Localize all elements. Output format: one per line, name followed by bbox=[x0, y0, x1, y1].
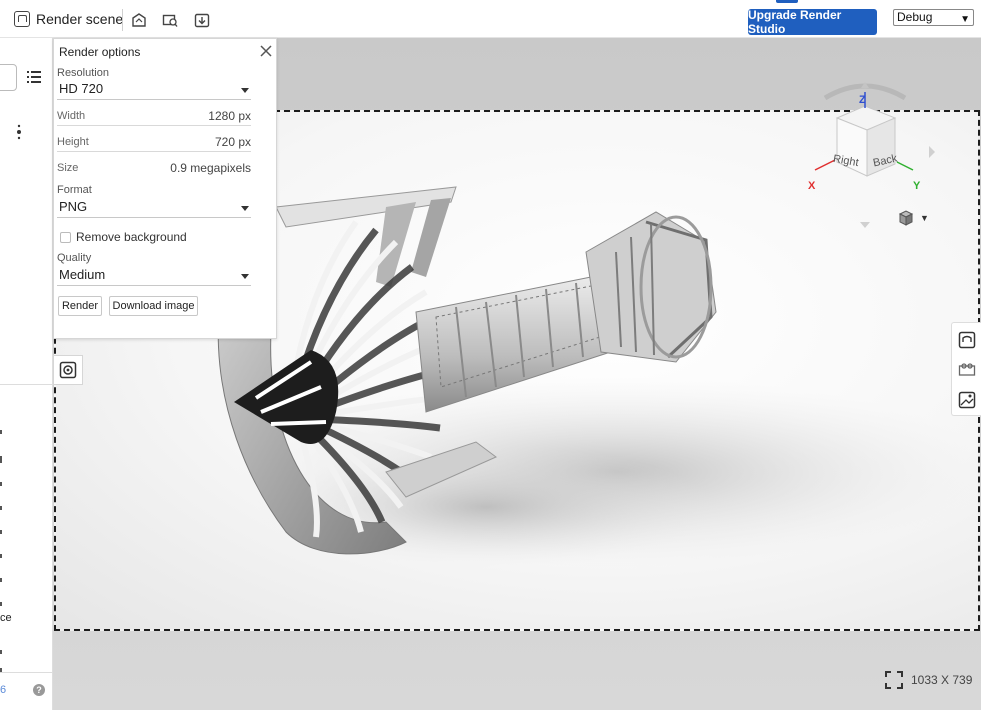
remove-background-checkbox[interactable]: Remove background bbox=[60, 230, 187, 244]
chevron-down-icon bbox=[241, 206, 249, 211]
sidebar-footer-divider bbox=[0, 672, 53, 673]
appearance-icon[interactable] bbox=[131, 12, 147, 28]
upgrade-render-studio-button[interactable]: Upgrade Render Studio bbox=[748, 8, 877, 36]
sidebar-truncated-text[interactable]: ce bbox=[0, 612, 12, 624]
background-image-icon[interactable] bbox=[958, 391, 976, 409]
list-item-marker bbox=[0, 482, 2, 486]
more-options-icon[interactable] bbox=[17, 124, 21, 140]
scene-icon[interactable] bbox=[162, 12, 178, 28]
list-item-marker bbox=[0, 506, 2, 510]
render-panel-icon[interactable] bbox=[958, 331, 976, 349]
quality-value: Medium bbox=[59, 267, 106, 282]
top-toolbar: Render scene Upgrade Render Studio Debug… bbox=[0, 0, 981, 38]
format-value: PNG bbox=[59, 199, 88, 214]
axis-y-label: Y bbox=[913, 180, 921, 192]
chevron-down-icon bbox=[241, 274, 249, 279]
panel-title: Render options bbox=[59, 45, 141, 59]
debug-select-value: Debug bbox=[897, 10, 933, 24]
resolution-select[interactable]: HD 720 bbox=[57, 80, 251, 100]
download-image-button[interactable]: Download image bbox=[109, 296, 198, 316]
chevron-down-icon: ▼ bbox=[960, 14, 970, 25]
toolbar-divider bbox=[122, 9, 123, 31]
close-icon[interactable] bbox=[260, 45, 272, 57]
width-field[interactable]: Width 1280 px bbox=[57, 108, 251, 126]
list-item-marker bbox=[0, 430, 2, 434]
right-toolbar bbox=[951, 322, 981, 416]
resolution-text: 1033 X 739 bbox=[911, 673, 973, 687]
width-value: 1280 px bbox=[208, 109, 251, 123]
height-field[interactable]: Height 720 px bbox=[57, 134, 251, 152]
sidebar-version-text: 6 bbox=[0, 684, 7, 696]
checkbox-box[interactable] bbox=[60, 231, 71, 243]
list-item-marker bbox=[0, 578, 2, 582]
remove-background-label: Remove background bbox=[76, 230, 187, 244]
viewport-resolution-readout: 1033 X 739 bbox=[885, 671, 972, 689]
format-label: Format bbox=[57, 184, 92, 196]
environment-icon[interactable] bbox=[958, 361, 976, 379]
resolution-value: HD 720 bbox=[59, 81, 104, 96]
list-item-marker bbox=[0, 530, 2, 534]
left-sidebar: ce 6 ? bbox=[0, 38, 53, 710]
list-item-marker bbox=[0, 650, 2, 654]
camera-view-button[interactable] bbox=[53, 355, 83, 385]
debug-select[interactable]: Debug ▼ bbox=[893, 9, 974, 26]
width-label: Width bbox=[57, 110, 86, 122]
format-select[interactable]: PNG bbox=[57, 198, 251, 218]
resolution-label: Resolution bbox=[57, 67, 109, 79]
list-item-marker bbox=[0, 456, 2, 463]
list-item-marker bbox=[0, 602, 2, 606]
sidebar-search-box[interactable] bbox=[0, 64, 17, 91]
sidebar-divider bbox=[0, 384, 53, 385]
render-scene-button[interactable]: Render scene bbox=[14, 11, 123, 27]
fullscreen-icon[interactable] bbox=[885, 671, 903, 689]
chevron-down-icon: ▼ bbox=[920, 213, 929, 223]
chevron-down-icon bbox=[241, 88, 249, 93]
render-scene-label: Render scene bbox=[36, 11, 124, 27]
size-field: Size 0.9 megapixels bbox=[57, 160, 251, 178]
quality-label: Quality bbox=[57, 252, 92, 264]
export-icon[interactable] bbox=[194, 12, 210, 28]
view-mode-menu[interactable]: ▼ bbox=[898, 210, 929, 226]
size-value: 0.9 megapixels bbox=[170, 161, 251, 175]
axis-x-label: X bbox=[808, 180, 816, 192]
help-icon[interactable]: ? bbox=[33, 684, 45, 696]
axis-z-label: Z bbox=[859, 94, 866, 106]
cube-icon bbox=[898, 210, 914, 226]
list-item-marker bbox=[0, 554, 2, 558]
height-value: 720 px bbox=[214, 135, 251, 149]
height-label: Height bbox=[57, 136, 89, 148]
list-view-icon[interactable] bbox=[27, 70, 41, 84]
quality-select[interactable]: Medium bbox=[57, 266, 251, 286]
size-label: Size bbox=[57, 162, 79, 174]
upgrade-tab-indicator bbox=[776, 0, 798, 3]
render-options-panel: Render options Resolution HD 720 Width 1… bbox=[53, 38, 277, 339]
render-button[interactable]: Render bbox=[58, 296, 102, 316]
render-scene-icon bbox=[14, 11, 30, 27]
camera-icon bbox=[59, 361, 77, 379]
